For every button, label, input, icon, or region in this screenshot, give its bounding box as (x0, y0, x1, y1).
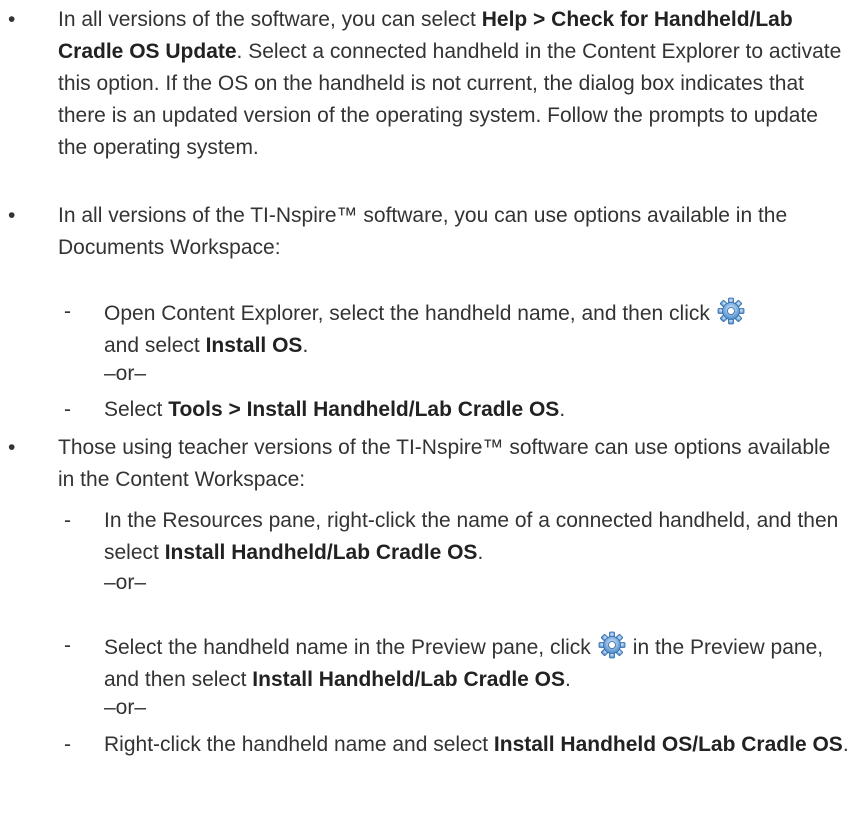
sub-item-preview-pane: Select the handheld name in the Preview … (104, 630, 849, 696)
text-span: In all versions of the TI-Nspire™ softwa… (58, 204, 788, 259)
text-span: . (477, 541, 484, 564)
paragraph-documents-workspace: In all versions of the TI-Nspire™ softwa… (58, 200, 848, 264)
menu-path-tools-install: Tools > Install Handheld/Lab Cradle OS (168, 398, 560, 421)
text-span: Right-click the handheld name and select (104, 733, 494, 756)
gear-icon[interactable] (716, 296, 746, 326)
or-separator: –or– (104, 362, 147, 385)
bullet-marker: • (8, 204, 16, 227)
gear-icon[interactable] (597, 630, 627, 660)
paragraph-check-update: In all versions of the software, you can… (58, 4, 848, 164)
dash-marker: - (64, 509, 71, 532)
text-span: . (559, 398, 566, 421)
or-separator: –or– (104, 571, 147, 594)
paragraph-content-workspace: Those using teacher versions of the TI-N… (58, 432, 848, 496)
dash-marker: - (64, 300, 71, 323)
text-span: . (565, 668, 571, 691)
menu-item-install-handheld-lab: Install Handheld/Lab Cradle OS (164, 541, 478, 564)
text-span: and select (104, 334, 206, 357)
sub-item-right-click: Right-click the handheld name and select… (104, 729, 849, 761)
sub-item-open-content-explorer: Open Content Explorer, select the handhe… (104, 296, 849, 362)
or-separator: –or– (104, 696, 147, 719)
text-span: . (302, 334, 309, 357)
sub-item-tools-install: Select Tools > Install Handheld/Lab Crad… (104, 394, 849, 426)
menu-item-install-handheld-lab: Install Handheld/Lab Cradle OS (252, 668, 566, 691)
menu-item-install-handheld-os-lab: Install Handheld OS/Lab Cradle OS (493, 733, 843, 756)
bullet-marker: • (8, 436, 16, 459)
text-span: Open Content Explorer, select the handhe… (104, 302, 710, 325)
dash-marker: - (64, 398, 71, 421)
text-span: In all versions of the software, you can… (58, 8, 482, 31)
menu-item-install-os: Install OS (205, 334, 303, 357)
text-span: Select the handheld name in the Preview … (104, 636, 591, 659)
text-span: Select (104, 398, 169, 421)
dash-marker: - (64, 634, 71, 657)
dash-marker: - (64, 733, 71, 756)
text-span: . (842, 733, 849, 756)
sub-item-resources-pane: In the Resources pane, right-click the n… (104, 505, 849, 569)
bullet-marker: • (8, 8, 16, 31)
document-page: • In all versions of the software, you c… (0, 0, 858, 827)
text-span: Those using teacher versions of the TI-N… (58, 436, 831, 491)
